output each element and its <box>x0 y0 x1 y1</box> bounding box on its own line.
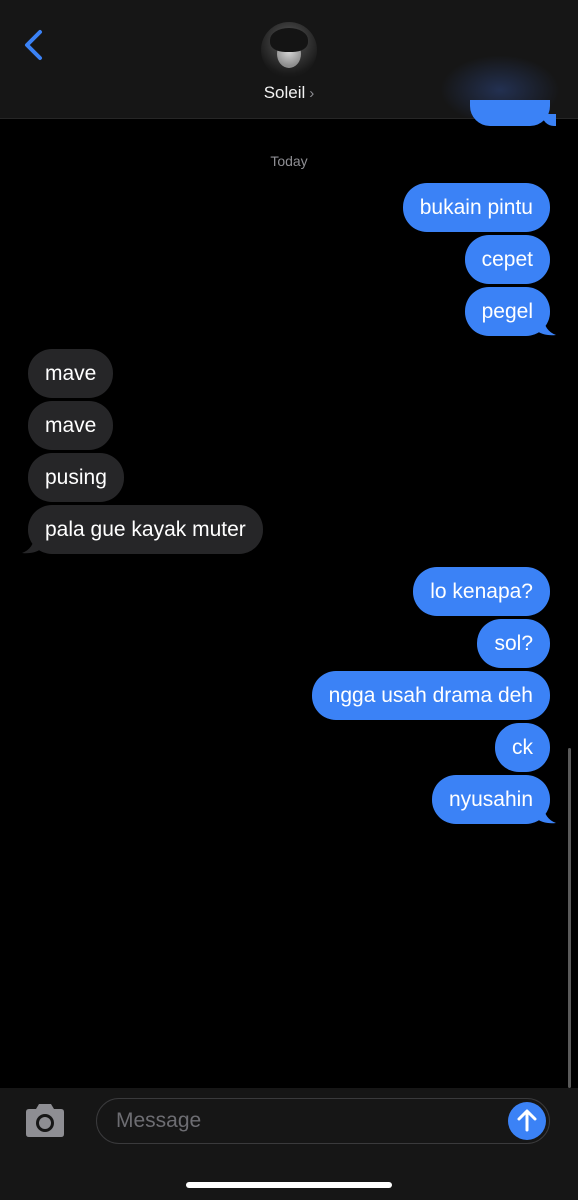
sent-message-bubble[interactable]: lo kenapa? <box>413 567 550 616</box>
previous-message-tail <box>542 114 556 126</box>
home-indicator[interactable] <box>186 1182 392 1188</box>
arrow-up-icon <box>517 1109 537 1132</box>
sent-message-bubble[interactable]: bukain pintu <box>402 183 550 232</box>
received-message-bubble[interactable]: pusing <box>28 453 124 502</box>
message-input[interactable]: Message <box>96 1098 550 1144</box>
sent-message-bubble[interactable]: ck <box>495 723 550 772</box>
sent-bubble-tail <box>536 318 556 336</box>
scrollbar[interactable] <box>568 748 571 1088</box>
previous-message-bubble <box>470 100 550 126</box>
received-bubble-tail <box>22 536 42 554</box>
received-message-bubble[interactable]: mave <box>28 349 114 398</box>
sent-message-bubble[interactable]: cepet <box>464 235 550 284</box>
avatar-hair <box>270 28 308 52</box>
chevron-right-icon: › <box>309 85 315 102</box>
chevron-left-icon[interactable] <box>18 26 52 64</box>
sent-message-bubble[interactable]: nyusahin <box>431 775 550 824</box>
date-separator: Today <box>270 153 308 169</box>
avatar[interactable] <box>261 22 317 78</box>
send-button[interactable] <box>508 1102 546 1140</box>
sent-message-bubble[interactable]: sol? <box>477 619 550 668</box>
received-message-bubble[interactable]: pala gue kayak muter <box>28 505 263 554</box>
contact-name: Soleil <box>263 83 306 102</box>
message-placeholder: Message <box>116 1109 202 1132</box>
received-message-bubble[interactable]: mave <box>28 401 114 450</box>
sent-bubble-tail <box>536 806 556 824</box>
camera-icon[interactable] <box>22 1103 68 1139</box>
sent-message-bubble[interactable]: ngga usah drama deh <box>311 671 550 720</box>
